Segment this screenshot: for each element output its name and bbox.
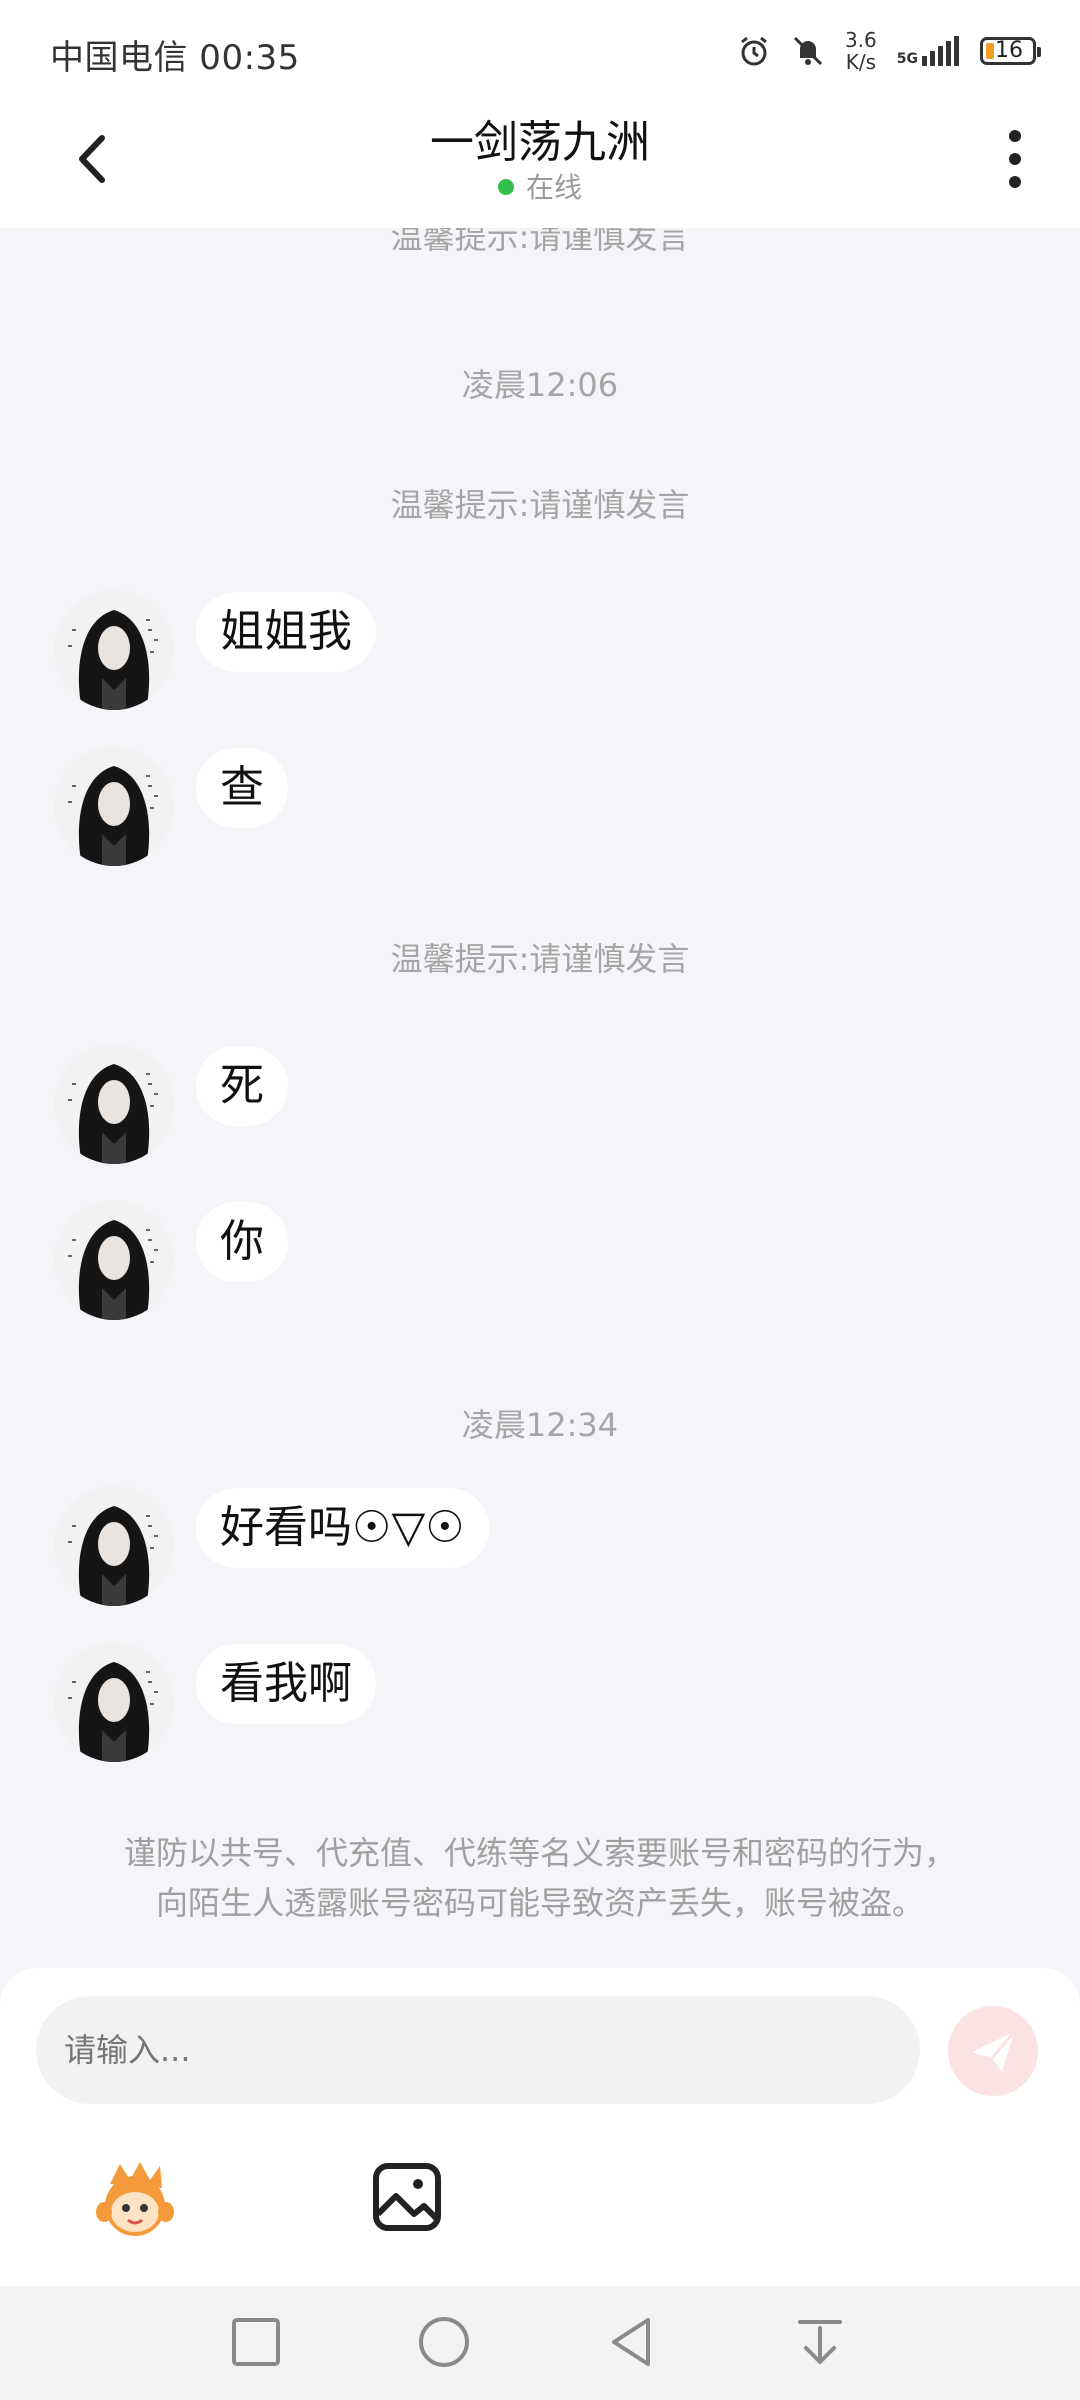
message-row: 看我啊 [54, 1642, 376, 1762]
message-row: 你 [54, 1200, 288, 1320]
message-bubble[interactable]: 死 [196, 1046, 288, 1126]
avatar[interactable] [54, 1044, 174, 1164]
nav-dropdown-button[interactable] [792, 2314, 848, 2370]
nav-back-button[interactable] [604, 2314, 660, 2370]
carrier-time: 中国电信 00:35 [50, 38, 300, 78]
signal-icon [922, 36, 959, 66]
message-bubble[interactable]: 姐姐我 [196, 592, 376, 672]
message-bubble[interactable]: 查 [196, 748, 288, 828]
triangle-back-icon [612, 2318, 650, 2366]
alarm-icon [741, 36, 767, 66]
avatar[interactable] [54, 590, 174, 710]
paper-plane-icon [972, 2031, 1016, 2072]
avatar[interactable] [54, 1486, 174, 1606]
avatar-image [54, 590, 174, 710]
avatar-image [54, 1486, 174, 1606]
system-nav-bar [0, 2286, 1080, 2400]
online-dot-icon [497, 179, 514, 195]
page-title: 一剑荡九洲 [430, 117, 650, 168]
chat-header: 一剑荡九洲 在线 [0, 100, 1080, 228]
more-vertical-icon [1009, 130, 1021, 188]
avatar-image [54, 1200, 174, 1320]
system-tip: 温馨提示:请谨慎发言 [390, 940, 690, 978]
avatar[interactable] [54, 1642, 174, 1762]
security-notice: 谨防以共号、代充值、代练等名义索要账号和密码的行为， 向陌生人透露账号密码可能导… [123, 1834, 956, 1922]
mute-icon [793, 36, 823, 66]
message-bubble[interactable]: 你 [196, 1202, 288, 1282]
message-input[interactable] [36, 1996, 920, 2104]
message-row: 查 [54, 746, 288, 866]
avatar-image [54, 1642, 174, 1762]
message-row: 好看吗☉▽☉ [54, 1486, 489, 1606]
circle-icon [419, 2317, 469, 2367]
timestamp: 凌晨12:06 [461, 366, 619, 404]
avatar[interactable] [54, 1200, 174, 1320]
image-button[interactable] [370, 2160, 444, 2234]
online-status: 在线 [0, 166, 1080, 206]
arrow-down-icon [798, 2320, 842, 2364]
network-speed: 3.6 K/s [844, 28, 877, 74]
message-row: 姐姐我 [54, 590, 376, 710]
nav-recent-button[interactable] [228, 2314, 284, 2370]
emoji-mascot-icon [96, 2162, 174, 2236]
network-type: 5G [896, 51, 918, 67]
chat-area[interactable]: 温馨提示:请谨慎发言 凌晨12:06 温馨提示:请谨慎发言 姐姐我 查 温馨提示… [0, 228, 1080, 1968]
status-icons: 3.6 K/s 5G 16 [737, 26, 1041, 76]
system-tip: 温馨提示:请谨慎发言 [390, 486, 690, 524]
avatar-image [54, 1044, 174, 1164]
system-tip: 温馨提示:请谨慎发言 [390, 228, 690, 256]
avatar[interactable] [54, 746, 174, 866]
nav-home-button[interactable] [416, 2314, 472, 2370]
send-button[interactable] [948, 2006, 1038, 2096]
avatar-image [54, 746, 174, 866]
emoji-button[interactable] [90, 2154, 180, 2244]
square-icon [232, 2318, 280, 2366]
message-bubble[interactable]: 看我啊 [196, 1644, 376, 1724]
more-button[interactable] [990, 124, 1040, 194]
status-bar: 中国电信 00:35 3.6 K/s 5G 16 [0, 0, 1080, 100]
image-icon [373, 2163, 441, 2231]
battery-icon: 16 [980, 37, 1041, 65]
input-panel [0, 1968, 1080, 2286]
message-row: 死 [54, 1044, 288, 1164]
timestamp: 凌晨12:34 [461, 1406, 619, 1444]
message-bubble[interactable]: 好看吗☉▽☉ [196, 1488, 489, 1568]
